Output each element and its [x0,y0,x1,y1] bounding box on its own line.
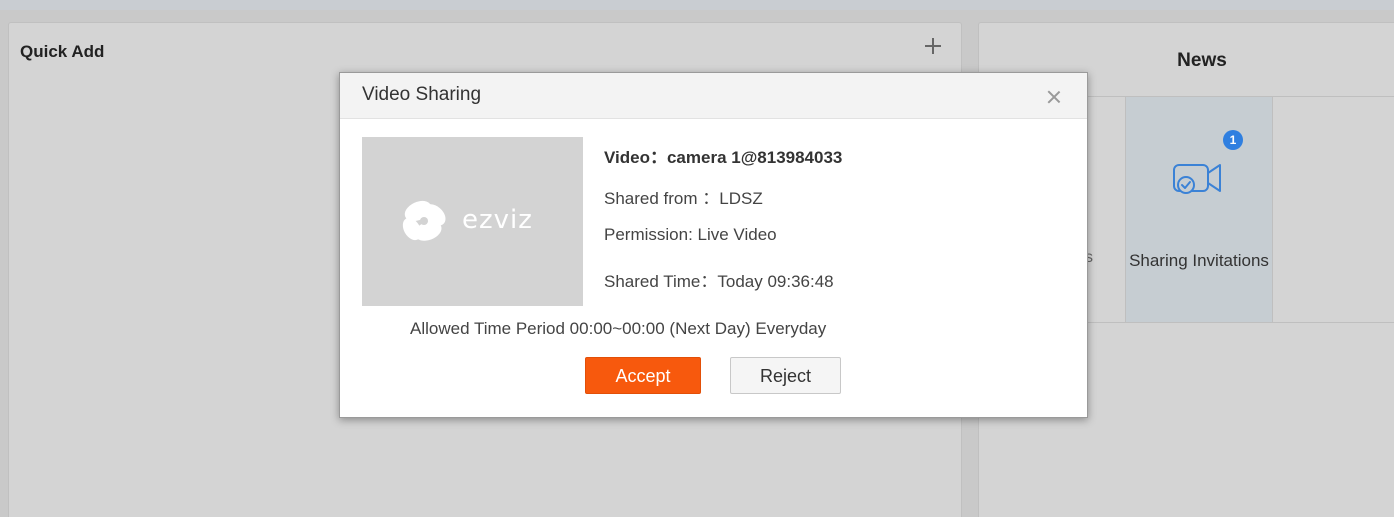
permission: Permission: Live Video [604,225,777,244]
shared-time: Shared Time：Today 09:36:48 [604,272,834,291]
notification-badge: 1 [1223,130,1243,150]
top-bar [0,0,1394,10]
ezviz-logo-text: ezviz [462,205,533,235]
reject-button[interactable]: Reject [730,357,841,394]
dialog-header: Video Sharing [340,73,1087,119]
sharing-invitations-tile[interactable]: 1 Sharing Invitations [1126,97,1273,322]
video-share-icon [1173,164,1221,194]
quick-add-title: Quick Add [20,42,105,61]
video-sharing-dialog: Video Sharing ezviz Video：camera 1@81398… [339,72,1088,418]
sharing-invitations-label: Sharing Invitations [1129,251,1269,270]
shared-from: Shared from ：LDSZ [604,189,763,208]
allowed-time-period: Allowed Time Period 00:00~00:00 (Next Da… [410,319,827,338]
news-title: News [1177,50,1227,71]
ezviz-logo-icon [402,200,446,241]
ezviz-logo: ezviz [398,193,548,251]
video-thumbnail: ezviz [362,137,583,306]
plus-icon[interactable] [921,34,945,58]
video-name: Video：camera 1@813984033 [604,148,843,167]
accept-button[interactable]: Accept [585,357,701,394]
close-icon[interactable] [1047,90,1061,104]
dialog-title: Video Sharing [362,84,482,105]
